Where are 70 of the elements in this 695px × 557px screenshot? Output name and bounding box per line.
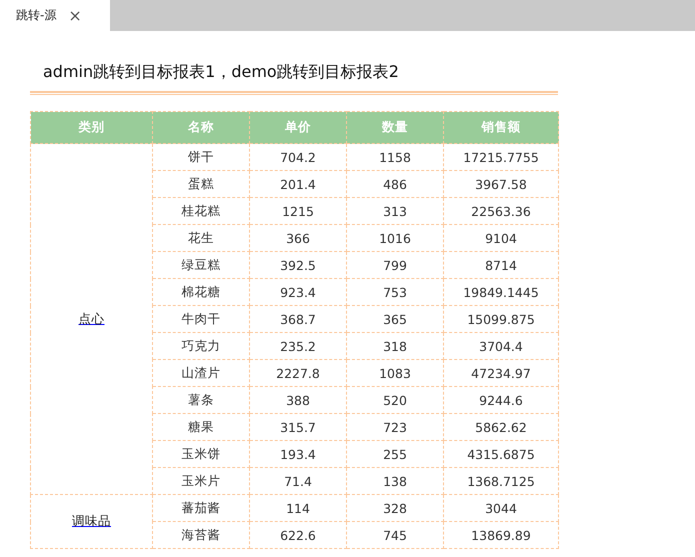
table-cell: 622.6 — [250, 522, 346, 548]
table-cell: 牛肉干 — [152, 306, 250, 332]
table-cell: 3704.4 — [444, 332, 558, 360]
table-cell: 392.5 — [250, 252, 346, 278]
table-cell: 5862.62 — [444, 414, 558, 440]
table-cell: 520 — [346, 386, 444, 414]
table-cell: 1368.7125 — [444, 468, 558, 494]
table-cell: 704.2 — [250, 144, 346, 170]
table-cell: 723 — [346, 414, 444, 440]
table-cell: 蕃茄酱 — [152, 494, 250, 522]
report-title: admin跳转到目标报表1，demo跳转到目标报表2 — [43, 61, 400, 83]
table-cell: 3044 — [444, 494, 558, 522]
table-cell: 海苔酱 — [152, 522, 250, 548]
table-cell: 313 — [346, 198, 444, 224]
table-cell: 8714 — [444, 252, 558, 278]
table-cell: 923.4 — [250, 278, 346, 306]
table-cell: 201.4 — [250, 170, 346, 198]
table-cell: 桂花糕 — [152, 198, 250, 224]
table-cell: 4315.6875 — [444, 440, 558, 468]
table-cell: 365 — [346, 306, 444, 332]
table-cell: 799 — [346, 252, 444, 278]
table-cell: 1016 — [346, 224, 444, 252]
table-cell: 318 — [346, 332, 444, 360]
close-icon[interactable]: × — [68, 6, 82, 25]
table-cell: 玉米片 — [152, 468, 250, 494]
column-header: 数量 — [346, 112, 444, 144]
table-cell: 糖果 — [152, 414, 250, 440]
table-cell: 19849.1445 — [444, 278, 558, 306]
table-cell: 114 — [250, 494, 346, 522]
table-cell: 315.7 — [250, 414, 346, 440]
table-cell: 47234.97 — [444, 360, 558, 386]
column-header: 单价 — [250, 112, 346, 144]
table-cell: 13869.89 — [444, 522, 558, 548]
table-cell: 193.4 — [250, 440, 346, 468]
table-cell: 1158 — [346, 144, 444, 170]
table-cell: 玉米饼 — [152, 440, 250, 468]
table-cell: 745 — [346, 522, 444, 548]
table-cell: 绿豆糕 — [152, 252, 250, 278]
table-cell: 9104 — [444, 224, 558, 252]
table-cell: 山渣片 — [152, 360, 250, 386]
column-header: 销售额 — [444, 112, 558, 144]
table-cell: 138 — [346, 468, 444, 494]
table-cell: 薯条 — [152, 386, 250, 414]
table-cell: 1215 — [250, 198, 346, 224]
table-cell: 17215.7755 — [444, 144, 558, 170]
table-cell: 9244.6 — [444, 386, 558, 414]
table-cell: 388 — [250, 386, 346, 414]
table-cell: 饼干 — [152, 144, 250, 170]
column-header: 名称 — [152, 112, 250, 144]
table-cell: 235.2 — [250, 332, 346, 360]
table-cell: 花生 — [152, 224, 250, 252]
table-cell: 753 — [346, 278, 444, 306]
category-link[interactable]: 点心 — [78, 310, 104, 326]
table-cell: 328 — [346, 494, 444, 522]
table-cell: 486 — [346, 170, 444, 198]
table-cell: 368.7 — [250, 306, 346, 332]
table-cell: 255 — [346, 440, 444, 468]
table-cell: 366 — [250, 224, 346, 252]
category-link[interactable]: 调味品 — [72, 513, 111, 528]
tab[interactable]: 跳转-源 × — [0, 0, 110, 31]
table-cell: 15099.875 — [444, 306, 558, 332]
table-cell: 棉花糖 — [152, 278, 250, 306]
table-cell: 2227.8 — [250, 360, 346, 386]
table-cell: 蛋糕 — [152, 170, 250, 198]
table-cell: 3967.58 — [444, 170, 558, 198]
table-cell: 22563.36 — [444, 198, 558, 224]
table-cell: 71.4 — [250, 468, 346, 494]
tab-label: 跳转-源 — [16, 7, 56, 24]
table-cell: 巧克力 — [152, 332, 250, 360]
table-cell: 1083 — [346, 360, 444, 386]
